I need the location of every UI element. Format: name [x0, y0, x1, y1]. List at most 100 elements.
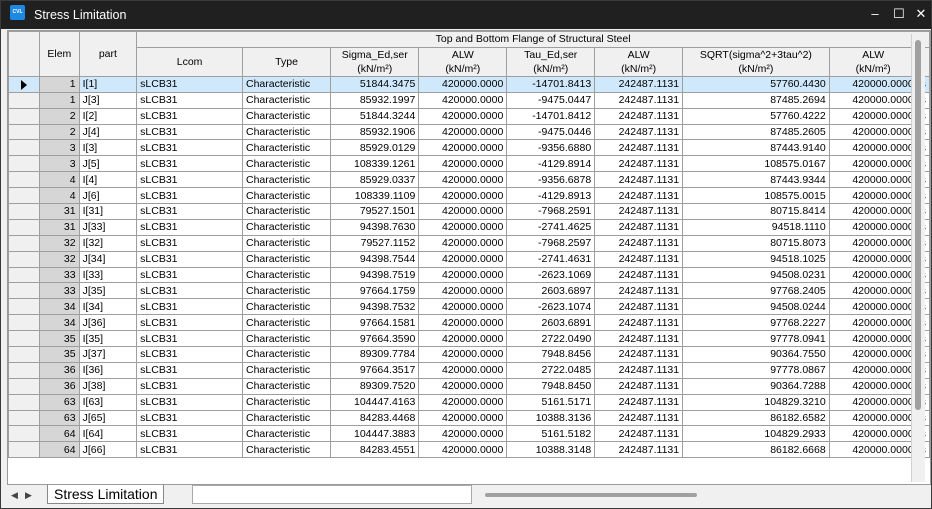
cell-alw[interactable]: 420000.0000: [828, 441, 918, 459]
cell-type[interactable]: Characteristic: [241, 139, 332, 157]
cell-part[interactable]: J[66]: [78, 441, 138, 459]
cell-sqrt[interactable]: 87485.2694: [682, 91, 830, 109]
cell-sqrt[interactable]: 97768.2227: [682, 314, 830, 332]
cell-alw[interactable]: 420000.0000: [828, 75, 918, 93]
cell-alw[interactable]: 420000.0000: [418, 107, 508, 125]
cell-elem[interactable]: 35: [39, 330, 80, 348]
table-row[interactable]: 1 I[1] sLCB31 Characteristic 51844.3475 42000…: [8, 75, 930, 93]
col-header-lcom[interactable]: Lcom: [136, 46, 243, 77]
cell-elem[interactable]: 64: [39, 425, 80, 443]
cell-alw[interactable]: 420000.0000: [828, 377, 918, 395]
table-row[interactable]: 3 J[5] sLCB31 Characteristic 108339.1261 4200…: [8, 155, 930, 173]
cell-alw[interactable]: 242487.1131: [594, 441, 684, 459]
table-row[interactable]: 35 I[35] sLCB31 Characteristic 97664.3590 420…: [8, 330, 930, 348]
maximize-button[interactable]: ☐: [889, 5, 909, 23]
cell-sigma[interactable]: 84283.4468: [330, 409, 420, 427]
cell-alw[interactable]: 242487.1131: [594, 171, 684, 189]
cell-tau[interactable]: -9475.0446: [506, 123, 596, 141]
cell-alw[interactable]: 420000.0000: [828, 393, 918, 411]
cell-alw[interactable]: 420000.0000: [418, 218, 508, 236]
cell-type[interactable]: Characteristic: [241, 234, 332, 252]
cell-alw[interactable]: 242487.1131: [594, 107, 684, 125]
cell-alw[interactable]: 420000.0000: [418, 330, 508, 348]
cell-part[interactable]: I[2]: [78, 107, 138, 125]
tab-stress-limitation[interactable]: Stress Limitation: [47, 485, 165, 504]
cell-alw[interactable]: 242487.1131: [594, 123, 684, 141]
cell-alw[interactable]: 420000.0000: [828, 203, 918, 220]
cell-elem[interactable]: 1: [39, 91, 80, 109]
col-header-alw-2[interactable]: ALW (kN/m²): [594, 46, 684, 77]
row-selector[interactable]: [8, 393, 41, 411]
cell-sigma[interactable]: 104447.4163: [330, 393, 420, 411]
cell-lcom[interactable]: sLCB31: [136, 377, 243, 395]
cell-elem[interactable]: 33: [39, 266, 80, 284]
tab-prev-arrow-icon[interactable]: ◀: [9, 488, 20, 502]
cell-alw[interactable]: 420000.0000: [418, 187, 508, 205]
cell-sigma[interactable]: 108339.1109: [330, 187, 420, 205]
cell-type[interactable]: Characteristic: [241, 393, 332, 411]
cell-alw[interactable]: 242487.1131: [594, 75, 684, 93]
cell-tau[interactable]: -14701.8413: [506, 75, 596, 93]
table-row[interactable]: 64 I[64] sLCB31 Characteristic 104447.3883 42…: [8, 425, 930, 443]
cell-alw[interactable]: 242487.1131: [594, 91, 684, 109]
cell-alw[interactable]: 420000.0000: [418, 234, 508, 252]
cell-alw[interactable]: 420000.0000: [828, 282, 918, 300]
cell-lcom[interactable]: sLCB31: [136, 425, 243, 443]
cell-tau[interactable]: -7968.2597: [506, 234, 596, 252]
cell-type[interactable]: Characteristic: [241, 203, 332, 220]
row-selector[interactable]: [8, 155, 41, 173]
cell-part[interactable]: I[31]: [78, 203, 138, 220]
cell-lcom[interactable]: sLCB31: [136, 107, 243, 125]
row-selector[interactable]: [8, 203, 41, 220]
cell-tau[interactable]: -2741.4625: [506, 218, 596, 236]
cell-alw[interactable]: 420000.0000: [418, 266, 508, 284]
cell-part[interactable]: J[3]: [78, 91, 138, 109]
cell-part[interactable]: I[3]: [78, 139, 138, 157]
cell-alw[interactable]: 420000.0000: [418, 425, 508, 443]
cell-elem[interactable]: 35: [39, 346, 80, 363]
cell-type[interactable]: Characteristic: [241, 250, 332, 268]
cell-part[interactable]: J[36]: [78, 314, 138, 332]
cell-type[interactable]: Characteristic: [241, 187, 332, 205]
table-row[interactable]: 34 I[34] sLCB31 Characteristic 94398.7532 420…: [8, 298, 930, 316]
cell-alw[interactable]: 420000.0000: [828, 234, 918, 252]
row-selector[interactable]: [8, 187, 41, 205]
cell-tau[interactable]: 10388.3136: [506, 409, 596, 427]
cell-lcom[interactable]: sLCB31: [136, 171, 243, 189]
cell-alw[interactable]: 420000.0000: [418, 409, 508, 427]
table-row[interactable]: 4 I[4] sLCB31 Characteristic 85929.0337 42000…: [8, 171, 930, 189]
cell-lcom[interactable]: sLCB31: [136, 441, 243, 459]
cell-tau[interactable]: -2741.4631: [506, 250, 596, 268]
cell-part[interactable]: I[63]: [78, 393, 138, 411]
cell-alw[interactable]: 420000.0000: [418, 155, 508, 173]
cell-alw[interactable]: 420000.0000: [418, 123, 508, 141]
cell-type[interactable]: Characteristic: [241, 314, 332, 332]
cell-part[interactable]: J[4]: [78, 123, 138, 141]
table-row[interactable]: 63 I[63] sLCB31 Characteristic 104447.4163 42…: [8, 393, 930, 411]
close-button[interactable]: ✕: [911, 5, 931, 23]
cell-sqrt[interactable]: 94518.1110: [682, 218, 830, 236]
cell-type[interactable]: Characteristic: [241, 409, 332, 427]
cell-lcom[interactable]: sLCB31: [136, 139, 243, 157]
tab-next-arrow-icon[interactable]: ▶: [23, 488, 34, 502]
cell-elem[interactable]: 3: [39, 139, 80, 157]
cell-alw[interactable]: 420000.0000: [418, 298, 508, 316]
cell-alw[interactable]: 242487.1131: [594, 377, 684, 395]
cell-sqrt[interactable]: 97768.2405: [682, 282, 830, 300]
cell-elem[interactable]: 64: [39, 441, 80, 459]
col-header-part[interactable]: part: [78, 31, 138, 77]
row-selector[interactable]: [8, 409, 41, 427]
cell-alw[interactable]: 242487.1131: [594, 425, 684, 443]
row-selector[interactable]: [8, 171, 41, 189]
row-selector[interactable]: [8, 218, 41, 236]
cell-lcom[interactable]: sLCB31: [136, 314, 243, 332]
cell-sqrt[interactable]: 87443.9140: [682, 139, 830, 157]
cell-sigma[interactable]: 94398.7532: [330, 298, 420, 316]
cell-alw[interactable]: 420000.0000: [418, 441, 508, 459]
cell-part[interactable]: J[34]: [78, 250, 138, 268]
cell-alw[interactable]: 420000.0000: [828, 139, 918, 157]
cell-alw[interactable]: 420000.0000: [828, 187, 918, 205]
cell-tau[interactable]: -2623.1069: [506, 266, 596, 284]
cell-sigma[interactable]: 89309.7784: [330, 346, 420, 363]
cell-alw[interactable]: 420000.0000: [828, 298, 918, 316]
